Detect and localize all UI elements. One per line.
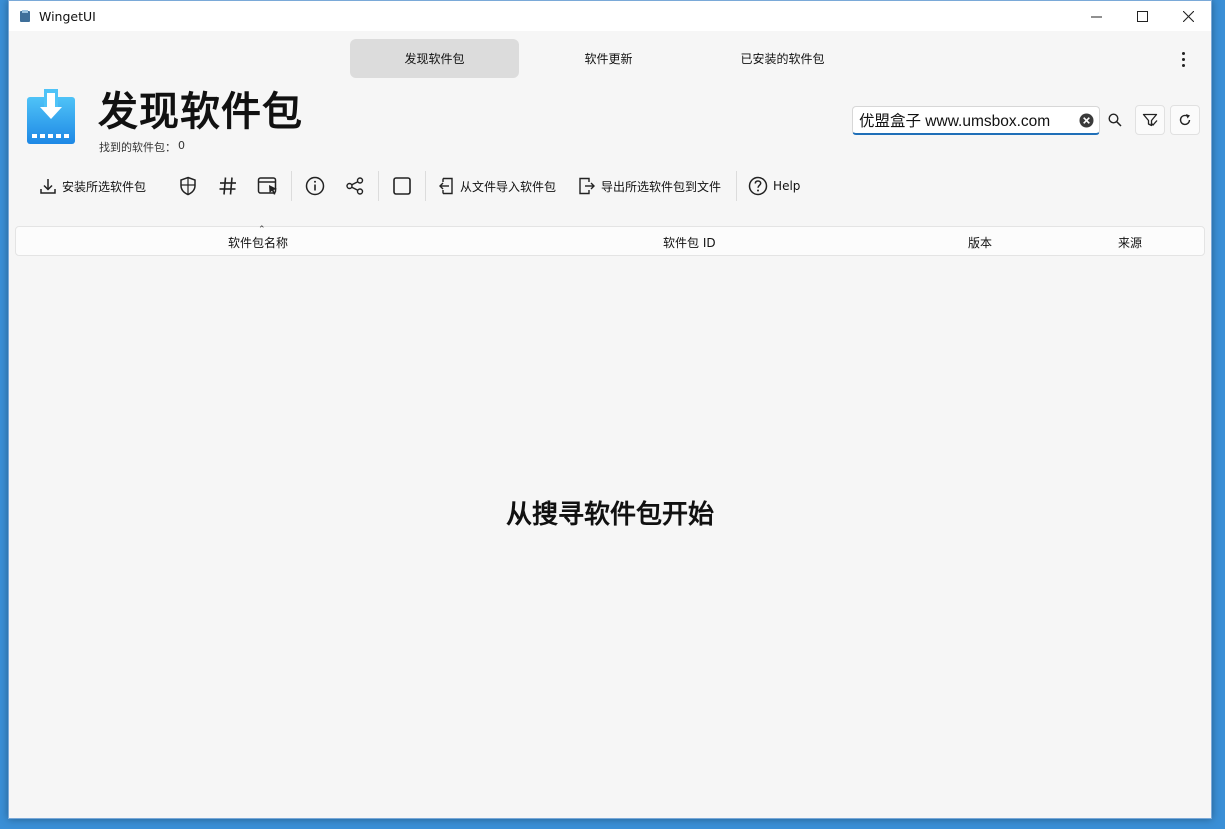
found-number: 0 [178, 139, 185, 152]
more-options-button[interactable] [1171, 47, 1195, 71]
more-dot-icon [1181, 57, 1185, 61]
filter-icon [1142, 113, 1158, 127]
close-icon [1182, 10, 1194, 22]
search-box [852, 106, 1100, 135]
clear-icon [1079, 113, 1093, 127]
refresh-icon [1179, 114, 1191, 126]
window-title: WingetUI [39, 8, 96, 24]
export-label: 导出所选软件包到文件 [601, 179, 722, 194]
main-tabs: 发现软件包 软件更新 已安装的软件包 [350, 39, 872, 78]
hash-icon [219, 177, 237, 195]
maximize-icon [1136, 10, 1148, 22]
help-label: Help [773, 179, 801, 193]
empty-state-message: 从搜寻软件包开始 [505, 500, 714, 530]
clear-search-button[interactable] [1073, 107, 1099, 133]
install-as-admin-button[interactable] [168, 167, 208, 205]
interactive-install-button[interactable] [248, 167, 288, 205]
tab-discover[interactable]: 发现软件包 [350, 39, 519, 78]
app-window: WingetUI 发现软件包 软件更新 已安装的软件包 发现软件包 找到的软件包… [8, 0, 1212, 819]
found-label: 找到的软件包： [99, 141, 176, 154]
page-title: 发现软件包 [98, 89, 303, 135]
toolbar: 安装所选软件包 从文件导入软件包 导出所选软件包到文件 Help [31, 167, 808, 205]
tab-updates[interactable]: 软件更新 [524, 39, 693, 78]
info-icon [305, 176, 325, 196]
column-version[interactable]: 版本 [968, 234, 992, 251]
minimize-button[interactable] [1073, 1, 1119, 31]
install-selected-button[interactable]: 安装所选软件包 [31, 167, 154, 205]
checkbox-icon [393, 177, 411, 195]
filter-button[interactable] [1135, 105, 1165, 135]
maximize-button[interactable] [1119, 1, 1165, 31]
share-icon [346, 177, 364, 195]
import-icon [439, 177, 453, 195]
toolbar-divider [425, 171, 427, 201]
window-controls [1073, 1, 1211, 31]
minimize-icon [1090, 16, 1102, 17]
import-label: 从文件导入软件包 [460, 179, 557, 194]
skip-hash-button[interactable] [208, 167, 248, 205]
search-input[interactable] [853, 111, 1073, 129]
package-details-button[interactable] [295, 167, 335, 205]
install-selected-label: 安装所选软件包 [62, 179, 147, 194]
found-count: 找到的软件包： 0 [99, 139, 185, 155]
column-package-id[interactable]: 软件包 ID [663, 234, 716, 251]
discover-download-icon [26, 89, 76, 145]
import-from-file-button[interactable]: 从文件导入软件包 [429, 167, 564, 205]
title-bar: WingetUI [9, 1, 1211, 31]
shield-icon [180, 176, 196, 196]
app-logo-icon [18, 9, 32, 23]
more-dot-icon [1181, 51, 1185, 55]
help-icon [748, 176, 768, 196]
toolbar-divider [378, 171, 380, 201]
column-source[interactable]: 来源 [1118, 234, 1142, 251]
search-button[interactable] [1100, 105, 1130, 135]
window-cursor-icon [257, 177, 278, 195]
export-to-file-button[interactable]: 导出所选软件包到文件 [570, 167, 729, 205]
toolbar-divider [736, 171, 738, 201]
download-icon [40, 179, 56, 194]
export-icon [579, 177, 596, 195]
toolbar-divider [291, 171, 293, 201]
package-table-header: ⌃ 软件包名称 软件包 ID 版本 来源 [15, 225, 1205, 256]
close-button[interactable] [1165, 1, 1211, 31]
tab-installed[interactable]: 已安装的软件包 [698, 39, 867, 78]
reload-button[interactable] [1170, 105, 1200, 135]
column-package-name[interactable]: 软件包名称 [228, 234, 288, 251]
select-all-checkbox[interactable] [382, 167, 422, 205]
more-dot-icon [1181, 63, 1185, 67]
share-button[interactable] [335, 167, 375, 205]
search-icon [1108, 113, 1122, 127]
help-button[interactable]: Help [740, 167, 808, 205]
